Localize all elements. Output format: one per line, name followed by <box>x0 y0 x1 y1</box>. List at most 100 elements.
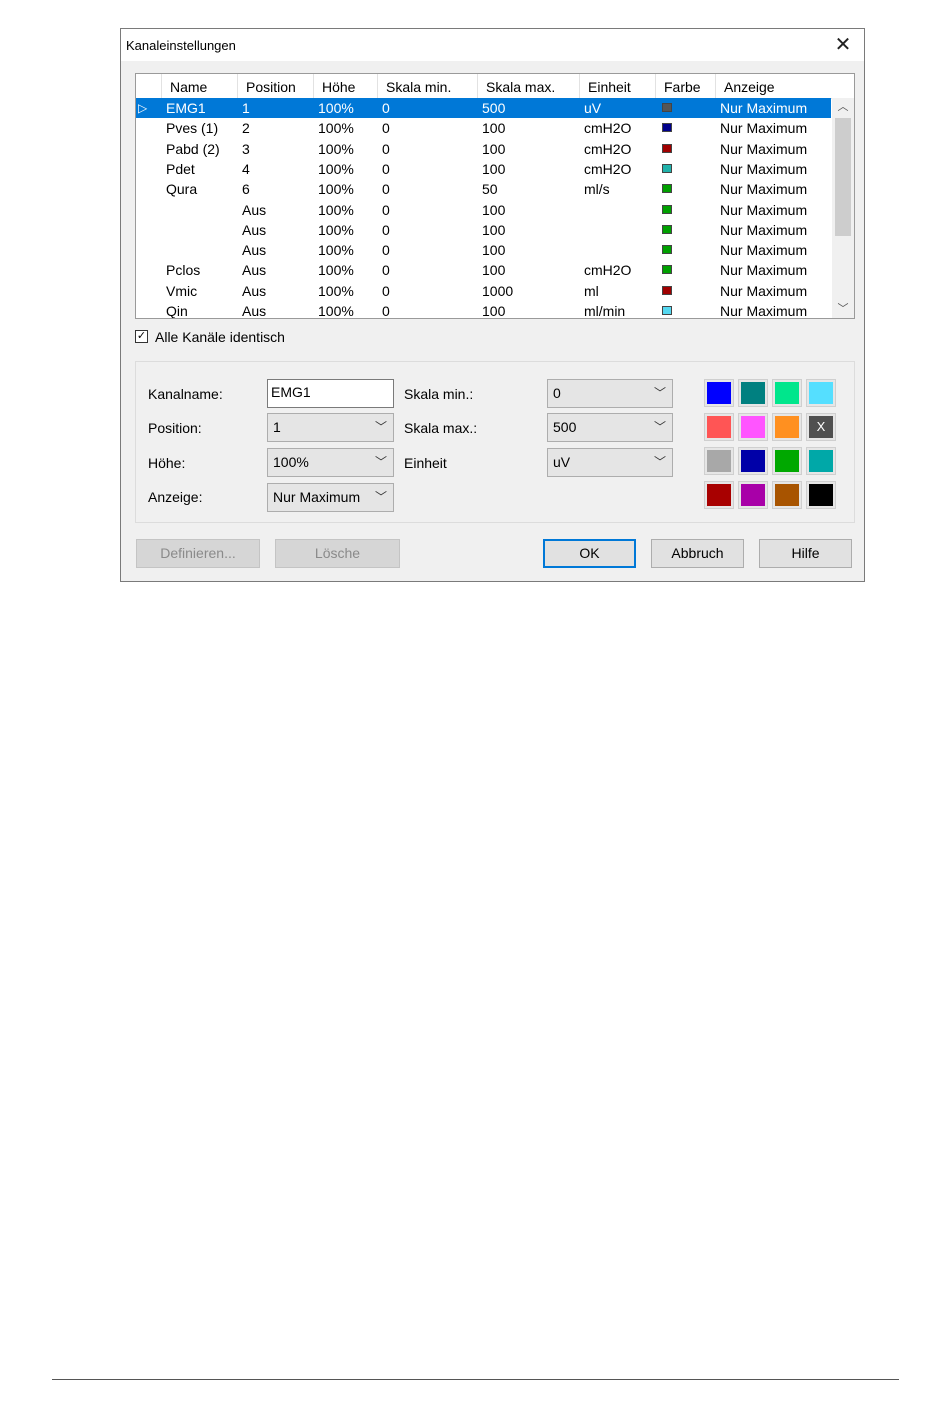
cell-max: 50 <box>482 181 498 198</box>
cell-min: 0 <box>382 303 390 319</box>
cell-farbe <box>656 220 716 240</box>
position-select[interactable]: 1 ﹀ <box>267 413 394 442</box>
cell-min: 0 <box>382 140 390 157</box>
table-row[interactable]: Qura 6 100% 0 50 ml/s Nur Maximum <box>136 179 831 199</box>
cell-einheit: cmH2O <box>584 160 632 177</box>
hilfe-button[interactable]: Hilfe <box>759 539 852 568</box>
cell-name: Pdet <box>166 160 195 177</box>
loesche-button[interactable]: Lösche <box>275 539 400 568</box>
header-skala-min[interactable]: Skala min. <box>378 74 478 98</box>
palette-color-fill <box>707 484 731 506</box>
scroll-up-icon[interactable]: ︿ <box>832 98 854 116</box>
cell-hoehe: 100% <box>318 181 354 198</box>
cell-farbe <box>656 179 716 199</box>
palette-color-12[interactable] <box>704 481 734 509</box>
header-skala-max[interactable]: Skala max. <box>478 74 580 98</box>
palette-color-2[interactable] <box>772 379 802 407</box>
close-icon[interactable]: ✕ <box>826 32 860 58</box>
cell-farbe <box>656 118 716 138</box>
kanalname-input[interactable]: EMG1 <box>267 379 394 408</box>
cell-position: 3 <box>242 140 250 157</box>
header-name[interactable]: Name <box>162 74 238 98</box>
palette-color-fill <box>707 382 731 404</box>
header-hoehe[interactable]: Höhe <box>314 74 378 98</box>
table-row[interactable]: Aus 100% 0 100 Nur Maximum <box>136 200 831 220</box>
einheit-label: Einheit <box>404 455 447 471</box>
palette-color-13[interactable] <box>738 481 768 509</box>
palette-color-1[interactable] <box>738 379 768 407</box>
cell-min: 0 <box>382 181 390 198</box>
cell-min: 0 <box>382 262 390 279</box>
anzeige-select[interactable]: Nur Maximum ﹀ <box>267 483 394 512</box>
palette-color-11[interactable] <box>806 447 836 475</box>
table-row[interactable]: Pdet 4 100% 0 100 cmH2O Nur Maximum <box>136 159 831 179</box>
page-footer-rule <box>52 1379 899 1380</box>
hoehe-select[interactable]: 100% ﹀ <box>267 448 394 477</box>
cell-einheit: ml <box>584 282 599 299</box>
skala-min-select[interactable]: 0 ﹀ <box>547 379 673 408</box>
cell-position: Aus <box>242 221 267 238</box>
table-row[interactable]: Pves (1) 2 100% 0 100 cmH2O Nur Maximum <box>136 118 831 138</box>
palette-color-3[interactable] <box>806 379 836 407</box>
palette-color-9[interactable] <box>738 447 768 475</box>
color-swatch <box>662 143 672 153</box>
palette-color-fill <box>707 450 731 472</box>
cell-max: 500 <box>482 100 506 116</box>
table-row[interactable]: Pclos Aus 100% 0 100 cmH2O Nur Maximum <box>136 260 831 280</box>
cell-min: 0 <box>382 201 390 218</box>
skala-min-value: 0 <box>553 385 561 401</box>
header-einheit[interactable]: Einheit <box>580 74 656 98</box>
table-row[interactable]: Vmic Aus 100% 0 1000 ml Nur Maximum <box>136 281 831 301</box>
cell-position: Aus <box>242 201 267 218</box>
scroll-down-icon[interactable]: ﹀ <box>832 300 854 318</box>
palette-color-fill <box>775 416 799 438</box>
cell-position: 1 <box>242 100 250 116</box>
cell-min: 0 <box>382 242 390 259</box>
abbruch-button[interactable]: Abbruch <box>651 539 744 568</box>
palette-color-14[interactable] <box>772 481 802 509</box>
cell-einheit: ml/s <box>584 181 610 198</box>
skala-max-select[interactable]: 500 ﹀ <box>547 413 673 442</box>
scroll-thumb[interactable] <box>835 118 851 236</box>
palette-color-0[interactable] <box>704 379 734 407</box>
cell-anzeige: Nur Maximum <box>720 201 808 218</box>
palette-color-7[interactable]: X <box>806 413 836 441</box>
position-value: 1 <box>273 419 281 435</box>
cell-anzeige: Nur Maximum <box>720 242 808 259</box>
header-position[interactable]: Position <box>238 74 314 98</box>
cell-min: 0 <box>382 221 390 238</box>
palette-color-fill <box>741 450 765 472</box>
cell-min: 0 <box>382 100 390 116</box>
identical-channels-label: Alle Kanäle identisch <box>155 329 285 345</box>
table-row[interactable]: Aus 100% 0 100 Nur Maximum <box>136 240 831 260</box>
palette-color-15[interactable] <box>806 481 836 509</box>
cell-anzeige: Nur Maximum <box>720 181 808 198</box>
table-row[interactable]: Pabd (2) 3 100% 0 100 cmH2O Nur Maximum <box>136 139 831 159</box>
header-farbe[interactable]: Farbe <box>656 74 716 98</box>
cell-max: 100 <box>482 221 506 238</box>
cell-min: 0 <box>382 282 390 299</box>
color-swatch <box>662 306 672 315</box>
cell-position: 2 <box>242 120 250 137</box>
current-row-indicator-icon: ▷ <box>138 101 148 115</box>
palette-color-8[interactable] <box>704 447 734 475</box>
vertical-scrollbar[interactable]: ︿ ﹀ <box>832 98 854 318</box>
palette-color-fill <box>707 416 731 438</box>
cell-position: Aus <box>242 262 267 279</box>
header-anzeige[interactable]: Anzeige <box>716 74 854 98</box>
ok-button[interactable]: OK <box>543 539 636 568</box>
table-row[interactable]: ▷ EMG1 1 100% 0 500 uV Nur Maximum <box>136 98 831 118</box>
table-row[interactable]: Aus 100% 0 100 Nur Maximum <box>136 220 831 240</box>
cell-max: 100 <box>482 140 506 157</box>
identical-channels-checkbox[interactable]: ✓ <box>135 330 148 343</box>
palette-color-5[interactable] <box>738 413 768 441</box>
einheit-select[interactable]: uV ﹀ <box>547 448 673 477</box>
cell-name: Pclos <box>166 262 201 279</box>
palette-color-10[interactable] <box>772 447 802 475</box>
cell-position: 4 <box>242 160 250 177</box>
table-row[interactable]: Qin Aus 100% 0 100 ml/min Nur Maximum <box>136 301 831 319</box>
palette-color-4[interactable] <box>704 413 734 441</box>
cell-farbe <box>656 281 716 301</box>
palette-color-6[interactable] <box>772 413 802 441</box>
definieren-button[interactable]: Definieren... <box>136 539 260 568</box>
